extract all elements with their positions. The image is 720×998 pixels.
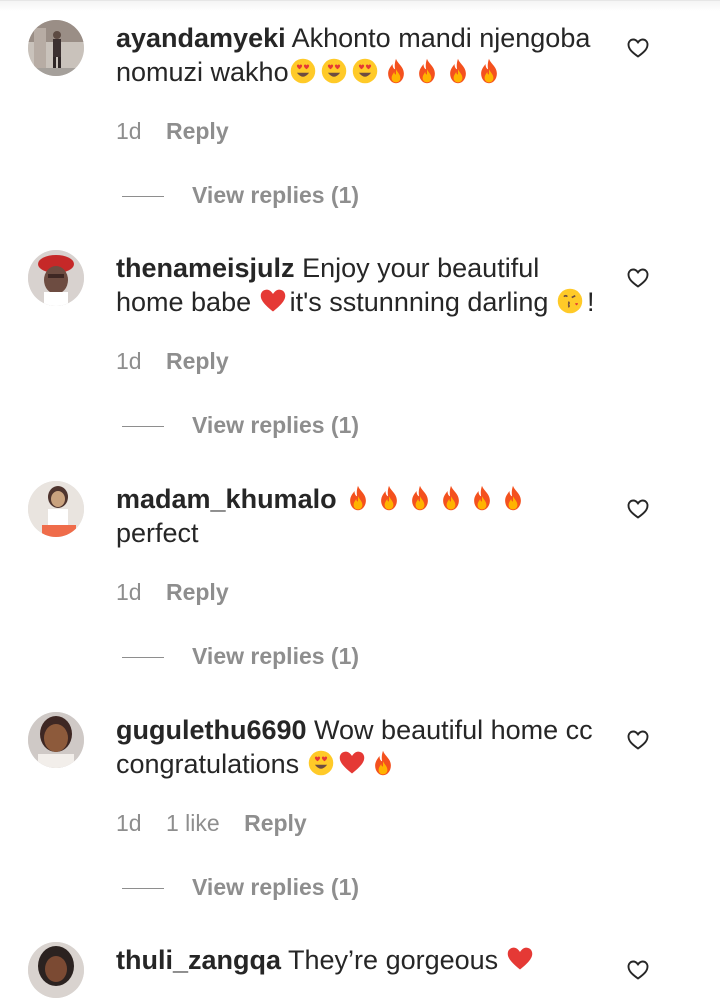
fire-emoji (468, 484, 496, 512)
comment-text-continued: it's sstunnning darling (289, 287, 549, 317)
heart-eyes-emoji (289, 57, 317, 85)
red-heart-emoji (506, 945, 534, 973)
comment-text: They’re gorgeous (288, 945, 499, 975)
fire-emoji (375, 484, 403, 512)
view-replies-label: View replies (1) (192, 412, 360, 438)
fire-emoji (413, 57, 441, 85)
avatar[interactable] (28, 250, 84, 306)
avatar[interactable] (28, 20, 84, 76)
comment-meta: 1d Reply (116, 117, 247, 145)
comment-like-count[interactable]: 1 like (166, 810, 220, 836)
like-heart-icon[interactable] (626, 728, 650, 752)
reply-button[interactable]: Reply (166, 118, 229, 144)
like-heart-icon[interactable] (626, 266, 650, 290)
heart-eyes-emoji (307, 749, 335, 777)
comment-body: gugulethu6690 Wow beautiful home cc cong… (116, 713, 606, 781)
view-replies-button[interactable]: View replies (1) (122, 642, 359, 670)
comment-time: 1d (116, 348, 142, 374)
heart-eyes-emoji (320, 57, 348, 85)
like-heart-icon[interactable] (626, 36, 650, 60)
face-blowing-kiss-emoji (556, 287, 584, 315)
red-heart-emoji (338, 749, 366, 777)
replies-divider-line (122, 426, 164, 428)
comment-meta: 1d Reply (116, 578, 247, 606)
comment-username[interactable]: ayandamyeki (116, 23, 286, 53)
comment-text: perfect (116, 518, 199, 548)
reply-button[interactable]: Reply (244, 810, 307, 836)
reply-button[interactable]: Reply (166, 579, 229, 605)
comment-username[interactable]: gugulethu6690 (116, 715, 307, 745)
fire-emoji (406, 484, 434, 512)
comment-time: 1d (116, 579, 142, 605)
top-edge-divider (0, 0, 720, 11)
comment-username[interactable]: thuli_zangqa (116, 945, 281, 975)
comment-username[interactable]: thenameisjulz (116, 253, 295, 283)
comment-body: ayandamyeki Akhonto mandi njengoba nomuz… (116, 21, 606, 89)
view-replies-label: View replies (1) (192, 643, 360, 669)
replies-divider-line (122, 888, 164, 890)
comment-time: 1d (116, 118, 142, 144)
avatar[interactable] (28, 712, 84, 768)
comment-body: thenameisjulz Enjoy your beautiful home … (116, 251, 606, 319)
fire-emoji (382, 57, 410, 85)
fire-emoji (499, 484, 527, 512)
comment-username[interactable]: madam_khumalo (116, 484, 337, 514)
fire-emoji (437, 484, 465, 512)
comment-body: madam_khumalo perfect (116, 482, 606, 550)
comment-time: 1d (116, 810, 142, 836)
replies-divider-line (122, 196, 164, 198)
fire-emoji (369, 749, 397, 777)
fire-emoji (344, 484, 372, 512)
comment-meta: 1d Reply (116, 347, 247, 375)
avatar[interactable] (28, 942, 84, 998)
replies-divider-line (122, 657, 164, 659)
fire-emoji (475, 57, 503, 85)
heart-eyes-emoji (351, 57, 379, 85)
view-replies-button[interactable]: View replies (1) (122, 873, 359, 901)
comment-meta: 1d 1 like Reply (116, 809, 325, 837)
fire-emoji (444, 57, 472, 85)
view-replies-label: View replies (1) (192, 182, 360, 208)
avatar[interactable] (28, 481, 84, 537)
comment-body: thuli_zangqa They’re gorgeous (116, 943, 606, 977)
comment-text-end: ! (586, 287, 595, 317)
view-replies-button[interactable]: View replies (1) (122, 411, 359, 439)
red-heart-emoji (259, 287, 287, 315)
view-replies-button[interactable]: View replies (1) (122, 181, 359, 209)
view-replies-label: View replies (1) (192, 874, 360, 900)
reply-button[interactable]: Reply (166, 348, 229, 374)
like-heart-icon[interactable] (626, 497, 650, 521)
like-heart-icon[interactable] (626, 958, 650, 982)
